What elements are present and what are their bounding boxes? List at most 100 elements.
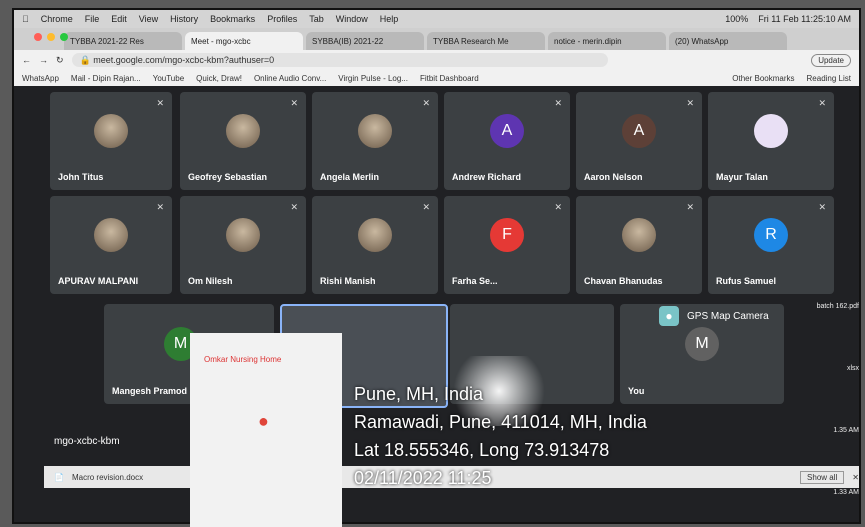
minimize-window-button[interactable] — [47, 33, 55, 41]
map-pin-icon: ● — [258, 411, 269, 431]
avatar: A — [622, 114, 656, 149]
tab-tybba-results[interactable]: TYBBA 2021-22 Res — [64, 32, 182, 50]
desktop-file[interactable]: 1.35 AM — [817, 400, 859, 462]
download-item[interactable]: Macro revision.docx — [72, 473, 143, 482]
map-thumbnail: Omkar Nursing Home ● — [190, 333, 342, 527]
back-icon[interactable]: ← — [22, 55, 31, 65]
menu-help[interactable]: Help — [380, 14, 399, 24]
avatar — [94, 218, 128, 253]
participant-tile[interactable]: ✕ John Titus — [50, 92, 172, 190]
muted-mic-icon: ✕ — [686, 202, 694, 212]
menu-bookmarks[interactable]: Bookmarks — [210, 14, 255, 24]
bookmark-youtube[interactable]: YouTube — [153, 74, 184, 83]
update-button[interactable]: Update — [811, 53, 851, 67]
address-bar: ← → ↻ 🔒 meet.google.com/mgo-xcbc-kbm?aut… — [14, 50, 859, 70]
menu-chrome[interactable]: Chrome — [41, 14, 73, 24]
map-place-label: Omkar Nursing Home — [204, 355, 282, 364]
muted-mic-icon: ✕ — [290, 202, 298, 212]
gps-overlay: Pune, MH, India Ramawadi, Pune, 411014, … — [354, 380, 647, 492]
tab-sybba[interactable]: SYBBA(IB) 2021-22 — [306, 32, 424, 50]
document-icon: 📄 — [54, 472, 64, 482]
url-text: meet.google.com/mgo-xcbc-kbm?authuser=0 — [93, 55, 275, 65]
mac-menubar:  Chrome File Edit View History Bookmark… — [14, 10, 859, 28]
bookmark-mail[interactable]: Mail - Dipin Rajan... — [71, 74, 141, 83]
participant-name: Mayur Talan — [716, 172, 768, 182]
bookmark-reading-list[interactable]: Reading List — [807, 74, 851, 83]
avatar: A — [490, 114, 524, 149]
tab-google-meet[interactable]: Meet - mgo-xcbc — [185, 32, 303, 50]
participant-tile[interactable]: ✕ F Farha Se... — [444, 196, 570, 294]
desktop-file[interactable]: batch 162.pdf — [817, 276, 859, 338]
muted-mic-icon: ✕ — [554, 98, 562, 108]
participant-tile[interactable]: ✕ A Andrew Richard — [444, 92, 570, 190]
window-controls[interactable] — [34, 33, 68, 41]
participant-name: Om Nilesh — [188, 276, 233, 286]
url-field[interactable]: 🔒 meet.google.com/mgo-xcbc-kbm?authuser=… — [71, 53, 608, 67]
timestamp-line: 02/11/2022 11:25 — [354, 468, 492, 488]
bookmark-quickdraw[interactable]: Quick, Draw! — [196, 74, 242, 83]
muted-mic-icon: ✕ — [818, 98, 826, 108]
participant-name: Geofrey Sebastian — [188, 172, 268, 182]
gps-camera-badge: ● GPS Map Camera — [659, 306, 769, 326]
participant-name: APURAV MALPANI — [58, 276, 139, 286]
participant-name: John Titus — [58, 172, 104, 182]
muted-mic-icon: ✕ — [290, 98, 298, 108]
participant-tile[interactable]: ✕ Angela Merlin — [312, 92, 438, 190]
participant-name: Farha Se... — [452, 276, 498, 286]
participant-tile[interactable]: ✕ APURAV MALPANI — [50, 196, 172, 294]
show-all-button[interactable]: Show all — [800, 470, 845, 484]
location-line: Pune, MH, India — [354, 384, 484, 404]
participant-tile[interactable]: ✕ Rishi Manish — [312, 196, 438, 294]
menu-window[interactable]: Window — [336, 14, 368, 24]
avatar — [226, 218, 260, 253]
participant-name: Angela Merlin — [320, 172, 380, 182]
meeting-code: mgo-xcbc-kbm — [54, 436, 120, 447]
participant-tile[interactable]: ✕ R Rufus Samuel — [708, 196, 834, 294]
participant-tile[interactable]: ✕ Om Nilesh — [180, 196, 306, 294]
desktop-file[interactable]: xlsx — [817, 338, 859, 400]
muted-mic-icon: ✕ — [686, 98, 694, 108]
close-icon[interactable]: ✕ — [852, 473, 859, 482]
participant-name: Rishi Manish — [320, 276, 376, 286]
menu-file[interactable]: File — [85, 14, 100, 24]
bookmark-other[interactable]: Other Bookmarks — [732, 74, 794, 83]
reload-icon[interactable]: ↻ — [56, 55, 64, 66]
battery-status[interactable]: 100% — [725, 14, 748, 24]
close-window-button[interactable] — [34, 33, 42, 41]
menu-history[interactable]: History — [170, 14, 198, 24]
menu-profiles[interactable]: Profiles — [267, 14, 297, 24]
menu-tab[interactable]: Tab — [309, 14, 324, 24]
participant-name: Andrew Richard — [452, 172, 522, 182]
participant-name: Aaron Nelson — [584, 172, 643, 182]
menu-view[interactable]: View — [139, 14, 158, 24]
participant-tile[interactable]: ✕ Geofrey Sebastian — [180, 92, 306, 190]
participant-tile[interactable]: ✕ Chavan Bhanudas — [576, 196, 702, 294]
avatar — [622, 218, 656, 253]
bookmark-whatsapp[interactable]: WhatsApp — [22, 74, 59, 83]
bookmark-fitbit[interactable]: Fitbit Dashboard — [420, 74, 479, 83]
avatar: R — [754, 218, 788, 253]
muted-mic-icon: ✕ — [156, 202, 164, 212]
zoom-window-button[interactable] — [60, 33, 68, 41]
menu-edit[interactable]: Edit — [111, 14, 127, 24]
forward-icon[interactable]: → — [39, 55, 48, 65]
participant-name: Rufus Samuel — [716, 276, 777, 286]
tab-whatsapp[interactable]: (20) WhatsApp — [669, 32, 787, 50]
participant-tile[interactable]: ✕ Mayur Talan — [708, 92, 834, 190]
tab-tybba-research[interactable]: TYBBA Research Me — [427, 32, 545, 50]
clock[interactable]: Fri 11 Feb 11:25:10 AM — [758, 14, 851, 24]
lock-icon: 🔒 — [79, 54, 94, 65]
avatar — [358, 114, 392, 149]
bookmark-audio-converter[interactable]: Online Audio Conv... — [254, 74, 326, 83]
participant-tile[interactable]: ✕ A Aaron Nelson — [576, 92, 702, 190]
muted-mic-icon: ✕ — [554, 202, 562, 212]
tab-notice[interactable]: notice - merin.dipin — [548, 32, 666, 50]
address-line: Ramawadi, Pune, 411014, MH, India — [354, 412, 647, 432]
bookmark-virgin-pulse[interactable]: Virgin Pulse - Log... — [338, 74, 408, 83]
coordinates-line: Lat 18.555346, Long 73.913478 — [354, 440, 610, 460]
avatar — [226, 114, 260, 149]
apple-icon[interactable]:  — [22, 14, 29, 24]
avatar — [94, 114, 128, 149]
muted-mic-icon: ✕ — [818, 202, 826, 212]
tab-strip: TYBBA 2021-22 Res Meet - mgo-xcbc SYBBA(… — [14, 28, 859, 50]
